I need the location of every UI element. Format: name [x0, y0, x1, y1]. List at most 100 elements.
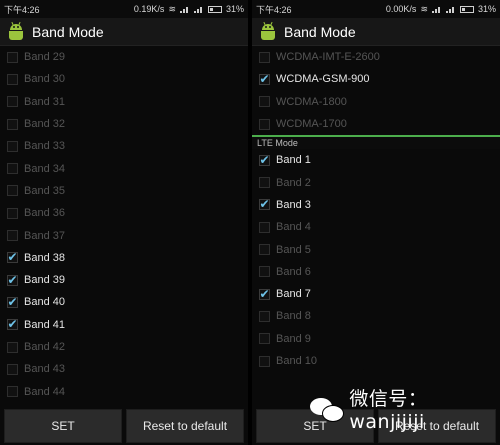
status-bar: 下午4:26 0.19K/s ≋ 31%	[0, 0, 248, 18]
status-time: 下午4:26	[4, 4, 40, 15]
checkbox-unchecked[interactable]	[259, 177, 270, 189]
band-label: Band 32	[24, 118, 65, 131]
band-checkbox-row[interactable]: Band 30	[0, 68, 248, 90]
band-checkbox-row[interactable]: Band 9	[252, 328, 500, 350]
net-speed: 0.00K/s	[385, 4, 417, 14]
checkbox-unchecked[interactable]	[259, 118, 270, 130]
wechat-watermark: 微信号：wanjijiji	[310, 384, 500, 433]
checkbox-unchecked[interactable]	[7, 207, 18, 219]
net-speed: 0.19K/s	[133, 4, 165, 14]
band-checkbox-row[interactable]: Band 37	[0, 224, 248, 246]
band-checkbox-row[interactable]: Band 5	[252, 238, 500, 260]
check-icon: ✔	[259, 197, 270, 212]
checkbox-checked[interactable]: ✔	[259, 73, 270, 85]
band-checkbox-row[interactable]: Band 42	[0, 336, 248, 358]
check-icon: ✔	[7, 317, 18, 332]
band-label: Band 43	[24, 363, 65, 376]
reset-default-button[interactable]: Reset to default	[126, 409, 244, 443]
checkbox-unchecked[interactable]	[7, 140, 18, 152]
band-label: Band 7	[276, 288, 311, 301]
band-label: Band 5	[276, 243, 311, 256]
checkbox-checked[interactable]: ✔	[259, 197, 270, 212]
checkbox-checked[interactable]: ✔	[7, 272, 18, 287]
band-checkbox-row[interactable]: ✔ WCDMA-GSM-900	[252, 68, 500, 90]
app-bar: Band Mode	[0, 18, 248, 46]
signal-icon	[179, 5, 190, 13]
band-checkbox-row[interactable]: Band 8	[252, 305, 500, 327]
checkbox-unchecked[interactable]	[259, 310, 270, 322]
band-checkbox-row[interactable]: WCDMA-1700	[252, 113, 500, 135]
band-checkbox-row[interactable]: Band 29	[0, 46, 248, 68]
wifi-icon: ≋	[168, 3, 176, 14]
right-screen: 下午4:26 0.00K/s ≋ 31% Band Mode WCDMA-IMT…	[252, 0, 500, 445]
checkbox-unchecked[interactable]	[7, 73, 18, 85]
band-checkbox-row[interactable]: Band 4	[252, 216, 500, 238]
checkbox-unchecked[interactable]	[7, 118, 18, 130]
band-checkbox-row[interactable]: Band 44	[0, 380, 248, 402]
band-label: Band 1	[276, 154, 311, 167]
band-checkbox-row[interactable]: ✔ Band 40	[0, 291, 248, 313]
band-label: WCDMA-1800	[276, 95, 347, 108]
checkbox-unchecked[interactable]	[259, 266, 270, 278]
checkbox-unchecked[interactable]	[259, 96, 270, 108]
checkbox-unchecked[interactable]	[7, 51, 18, 63]
band-checkbox-row[interactable]: Band 32	[0, 113, 248, 135]
band-checkbox-row[interactable]: WCDMA-1800	[252, 91, 500, 113]
android-icon	[6, 21, 26, 42]
band-checkbox-row[interactable]: Band 34	[0, 157, 248, 179]
band-checkbox-row[interactable]: Band 6	[252, 261, 500, 283]
checkbox-checked[interactable]: ✔	[7, 296, 18, 308]
band-label: Band 44	[24, 385, 65, 398]
checkbox-unchecked[interactable]	[259, 355, 270, 367]
band-checkbox-row[interactable]: ✔ Band 3	[252, 194, 500, 216]
band-label: WCDMA-1700	[276, 118, 347, 131]
check-icon: ✔	[7, 272, 18, 287]
wechat-icon	[310, 396, 344, 422]
band-label: Band 9	[276, 332, 311, 345]
checkbox-unchecked[interactable]	[259, 333, 270, 345]
checkbox-checked[interactable]: ✔	[7, 250, 18, 265]
checkbox-unchecked[interactable]	[259, 244, 270, 256]
checkbox-checked[interactable]: ✔	[259, 288, 270, 300]
band-checkbox-row[interactable]: ✔ Band 1	[252, 149, 500, 171]
checkbox-unchecked[interactable]	[7, 163, 18, 175]
checkbox-unchecked[interactable]	[7, 185, 18, 197]
checkbox-unchecked[interactable]	[7, 96, 18, 108]
band-label: Band 31	[24, 95, 65, 108]
band-label: Band 10	[276, 355, 317, 367]
checkbox-unchecked[interactable]	[7, 363, 18, 375]
wcdma-group: WCDMA-IMT-E-2600 ✔ WCDMA-GSM-900 WCDMA-1800…	[252, 46, 500, 135]
set-button[interactable]: SET	[4, 409, 122, 443]
band-checkbox-row[interactable]: ✔ Band 39	[0, 269, 248, 291]
band-checkbox-row[interactable]: Band 43	[0, 358, 248, 380]
band-label: Band 2	[276, 176, 311, 189]
battery-icon	[207, 5, 222, 13]
checkbox-unchecked[interactable]	[7, 341, 18, 353]
band-label: Band 37	[24, 229, 65, 242]
band-checkbox-row[interactable]: Band 31	[0, 91, 248, 113]
signal-icon-2	[445, 5, 456, 13]
band-checkbox-row[interactable]: WCDMA-IMT-E-2600	[252, 46, 500, 68]
band-label: Band 4	[276, 221, 311, 234]
checkbox-unchecked[interactable]	[259, 51, 270, 63]
band-list[interactable]: Band 29 Band 30 Band 31 Band 32 Band 33 Band …	[0, 46, 248, 407]
band-checkbox-row[interactable]: Band 33	[0, 135, 248, 157]
checkbox-unchecked[interactable]	[7, 230, 18, 242]
band-list[interactable]: WCDMA-IMT-E-2600 ✔ WCDMA-GSM-900 WCDMA-1800…	[252, 46, 500, 407]
band-checkbox-row[interactable]: Band 2	[252, 171, 500, 193]
band-checkbox-row[interactable]: ✔ Band 7	[252, 283, 500, 305]
battery-icon	[459, 5, 474, 13]
checkbox-checked[interactable]: ✔	[259, 154, 270, 166]
check-icon: ✔	[7, 250, 18, 265]
checkbox-checked[interactable]: ✔	[7, 317, 18, 332]
band-checkbox-row[interactable]: ✔ Band 38	[0, 247, 248, 269]
checkbox-unchecked[interactable]	[259, 221, 270, 233]
band-checkbox-row[interactable]: ✔ Band 41	[0, 314, 248, 336]
band-checkbox-row[interactable]: Band 10	[252, 350, 500, 372]
checkbox-unchecked[interactable]	[7, 386, 18, 398]
battery-percent: 31%	[477, 4, 496, 14]
bottom-bar: SET Reset to default	[0, 407, 248, 445]
band-label: Band 6	[276, 265, 311, 278]
band-checkbox-row[interactable]: Band 36	[0, 202, 248, 224]
band-checkbox-row[interactable]: Band 35	[0, 180, 248, 202]
